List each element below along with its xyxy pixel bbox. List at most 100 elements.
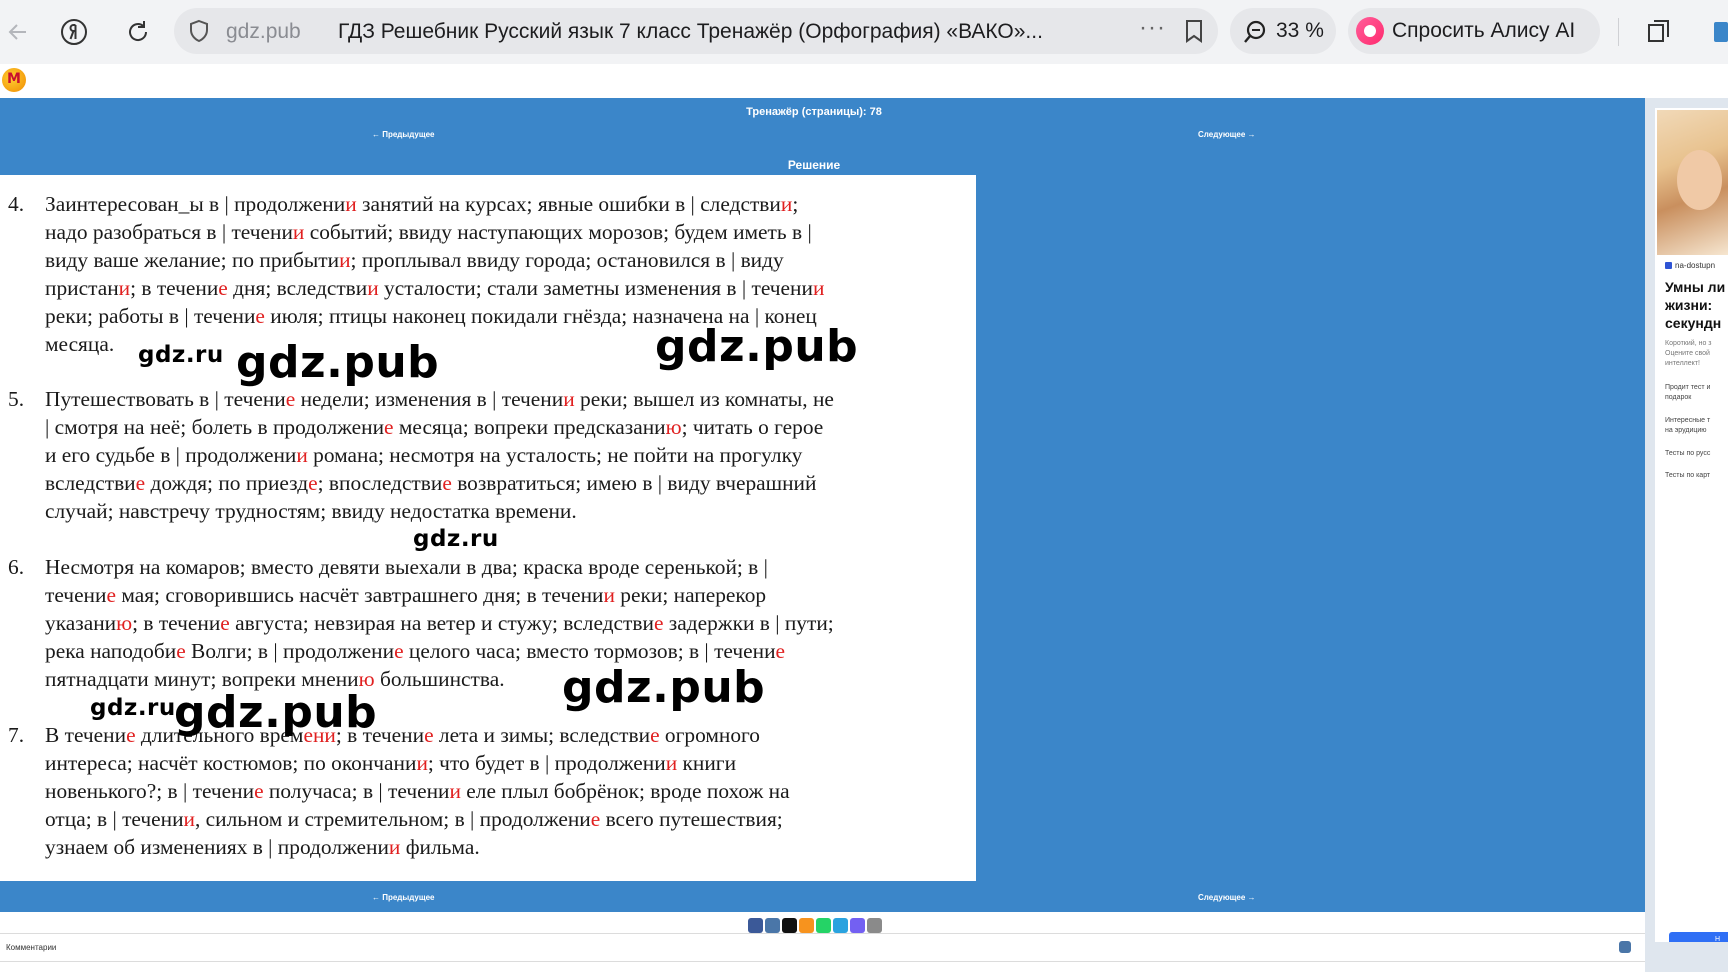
- highlighted-letter: е: [106, 583, 116, 607]
- text-segment: ; впоследстви: [317, 471, 443, 495]
- item-number: 7.: [8, 723, 25, 747]
- bookmark-icon[interactable]: [1184, 19, 1204, 48]
- page-title: ГДЗ Решебник Русский язык 7 класс Тренаж…: [338, 20, 1043, 43]
- watermark: gdz.pub: [655, 321, 859, 372]
- item-number: 6.: [8, 555, 25, 579]
- highlighted-letter: е: [424, 723, 434, 747]
- bookmark-favicon-icon[interactable]: [2, 68, 26, 92]
- text-segment: месяца; вопреки предсказани: [393, 415, 666, 439]
- item-text: Путешествовать в | течение недели; измен…: [45, 385, 965, 525]
- browser-toolbar: gdz.pub ГДЗ Решебник Русский язык 7 клас…: [0, 0, 1728, 64]
- text-segment: усталости; стали заметны изменения в | т…: [378, 276, 813, 300]
- share-buttons: [748, 918, 882, 933]
- highlighted-letter: и: [449, 779, 461, 803]
- highlighted-letter: е: [254, 779, 264, 803]
- highlighted-letter: и: [345, 192, 357, 216]
- ad-button[interactable]: Н: [1669, 932, 1728, 942]
- toolbar-divider: [1618, 18, 1619, 46]
- ask-alice-label: Спросить Алису AI: [1392, 19, 1576, 42]
- text-segment: занятий на курсах; явные ошибки в | след…: [356, 192, 781, 216]
- highlighted-letter: ю: [116, 611, 133, 635]
- highlighted-letter: и: [292, 220, 305, 244]
- highlighted-letter: е: [220, 611, 230, 635]
- shield-icon[interactable]: [188, 19, 210, 48]
- text-segment: реки; работы в | течени: [45, 304, 256, 328]
- text-segment: , сильном и стремительном; в | продолжен…: [194, 807, 591, 831]
- next-link-bottom[interactable]: Следующее →: [1198, 893, 1256, 902]
- text-segment: ; что будет в | продолжени: [427, 751, 666, 775]
- highlighted-letter: и: [388, 835, 401, 859]
- text-segment: лета и зимы; вследстви: [433, 723, 651, 747]
- item-text: Несмотря на комаров; вместо девяти выеха…: [45, 553, 965, 693]
- divider: [0, 933, 1645, 934]
- watermark: gdz.pub: [562, 662, 766, 713]
- text-segment: В течени: [45, 723, 127, 747]
- yandex-icon[interactable]: [56, 14, 92, 50]
- highlighted-letter: ю: [665, 415, 682, 439]
- text-segment: большинства.: [374, 667, 505, 691]
- zoom-icon: [1242, 19, 1268, 50]
- item-number: 4.: [8, 192, 25, 216]
- ad-link[interactable]: Тесты по русс: [1665, 449, 1728, 459]
- ad-link[interactable]: Интересные т на эрудицию: [1665, 416, 1728, 436]
- ask-alice-button[interactable]: Спросить Алису AI: [1348, 8, 1600, 54]
- highlighted-letter: и: [812, 276, 825, 300]
- text-segment: августа; невзирая на ветер и стужу; всле…: [229, 611, 654, 635]
- prev-link-bottom[interactable]: ← Предыдущее: [372, 893, 435, 902]
- extension-icon[interactable]: [1708, 14, 1728, 50]
- zoom-level: 33 %: [1276, 19, 1324, 42]
- highlighted-letter: е: [176, 639, 186, 663]
- reload-icon[interactable]: [120, 14, 156, 50]
- address-domain: gdz.pub: [226, 20, 301, 43]
- highlighted-letter: и: [780, 192, 793, 216]
- back-arrow-icon[interactable]: [0, 14, 36, 50]
- highlighted-letter: и: [367, 276, 379, 300]
- whatsapp-icon[interactable]: [816, 918, 831, 933]
- text-segment: фильма.: [400, 835, 480, 859]
- vk-comments-icon[interactable]: [1619, 941, 1631, 953]
- highlighted-letter: е: [255, 304, 265, 328]
- text-segment: Путешествовать в | течени: [45, 387, 286, 411]
- vk-icon[interactable]: [765, 918, 780, 933]
- x-icon[interactable]: [782, 918, 797, 933]
- highlighted-letter: е: [126, 723, 136, 747]
- more-share-icon[interactable]: [867, 918, 882, 933]
- viber-icon[interactable]: [850, 918, 865, 933]
- highlighted-letter: е: [775, 639, 786, 663]
- watermark: gdz.ru: [413, 526, 499, 552]
- page-header: Тренажёр (страницы): 78: [746, 106, 882, 118]
- watermark: gdz.ru: [138, 342, 224, 368]
- ad-link[interactable]: Тесты по карт: [1665, 471, 1728, 481]
- highlighted-letter: е: [135, 471, 146, 495]
- ad-link[interactable]: Продит тест и подарок: [1665, 383, 1728, 403]
- prev-link-top[interactable]: ← Предыдущее: [372, 130, 435, 139]
- comments-label: Комментарии: [6, 943, 57, 952]
- highlighted-letter: и: [603, 583, 615, 607]
- collections-icon[interactable]: [1642, 14, 1678, 50]
- highlighted-letter: е: [394, 639, 404, 663]
- address-bar[interactable]: gdz.pub ГДЗ Решебник Русский язык 7 клас…: [174, 8, 1218, 54]
- highlighted-letter: е: [653, 611, 664, 635]
- highlighted-letter: е: [285, 387, 296, 411]
- zoom-button[interactable]: 33 %: [1230, 8, 1336, 54]
- highlighted-letter: и: [416, 751, 428, 775]
- divider: [0, 961, 1645, 962]
- highlighted-letter: е: [650, 723, 660, 747]
- ad-card[interactable]: na-dostupn Умны ли жизни: секундн Коротк…: [1655, 108, 1728, 942]
- text-segment: Заинтересован_ы в | продолжени: [45, 192, 346, 216]
- alice-icon: [1356, 17, 1384, 45]
- watermark: gdz.pub: [174, 687, 378, 738]
- ad-image[interactable]: [1657, 110, 1728, 255]
- next-link-top[interactable]: Следующее →: [1198, 130, 1256, 139]
- text-segment: Волги; в | продолжени: [185, 639, 395, 663]
- highlighted-letter: е: [308, 471, 318, 495]
- telegram-icon[interactable]: [833, 918, 848, 933]
- ad-description: Короткий, но з Оцените свой интеллект!: [1665, 340, 1712, 367]
- highlighted-letter: е: [590, 807, 601, 831]
- more-icon[interactable]: ···: [1139, 14, 1166, 42]
- odnoklassniki-icon[interactable]: [799, 918, 814, 933]
- text-segment: недели; изменения в | течени: [295, 387, 564, 411]
- ad-headline[interactable]: Умны ли жизни: секундн: [1665, 278, 1728, 332]
- facebook-icon[interactable]: [748, 918, 763, 933]
- highlighted-letter: е: [384, 415, 394, 439]
